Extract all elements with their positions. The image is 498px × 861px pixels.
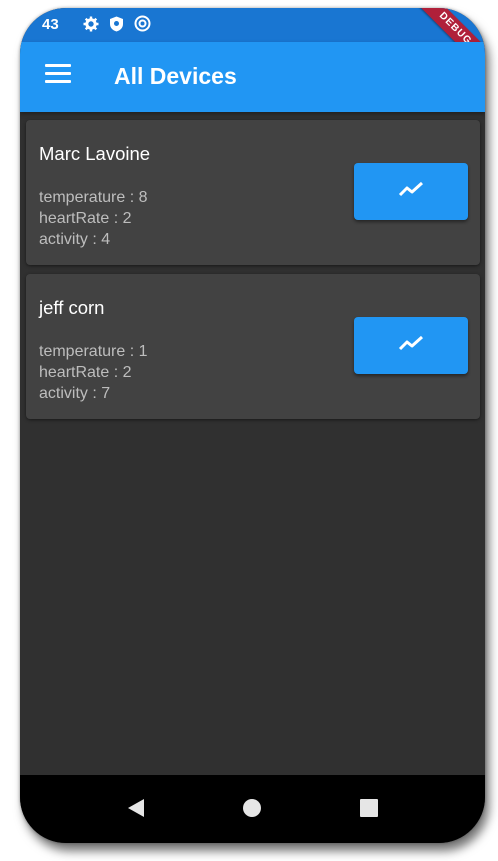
status-time: 43 [42, 16, 59, 33]
trending-up-icon [398, 334, 424, 357]
recents-icon[interactable] [360, 799, 378, 817]
device-card: jeff corn temperature : 1 heartRate : 2 … [26, 274, 480, 419]
back-icon[interactable] [126, 797, 146, 824]
home-icon[interactable] [243, 799, 261, 817]
status-icons [82, 15, 151, 32]
temperature-text: temperature : 8 [39, 189, 148, 206]
heart-rate-text: heartRate : 2 [39, 210, 132, 227]
navigation-bar [20, 775, 485, 843]
device-name: Marc Lavoine [39, 143, 151, 164]
view-chart-button[interactable] [354, 163, 468, 220]
device-name: jeff corn [39, 297, 105, 318]
phone-screen: 43 DEBUG All Devices Marc Lavoine temper… [20, 8, 485, 843]
gear-icon [82, 15, 99, 32]
activity-text: activity : 4 [39, 231, 111, 248]
app-bar: All Devices [20, 42, 485, 112]
status-bar: 43 DEBUG [20, 8, 485, 78]
trending-up-icon [398, 180, 424, 203]
at-icon [134, 15, 151, 32]
activity-text: activity : 7 [39, 385, 111, 402]
heart-rate-text: heartRate : 2 [39, 364, 132, 381]
shield-icon [108, 15, 125, 32]
view-chart-button[interactable] [354, 317, 468, 374]
menu-icon[interactable] [45, 64, 71, 90]
page-title: All Devices [114, 63, 237, 89]
device-card: Marc Lavoine temperature : 8 heartRate :… [26, 120, 480, 265]
temperature-text: temperature : 1 [39, 343, 148, 360]
